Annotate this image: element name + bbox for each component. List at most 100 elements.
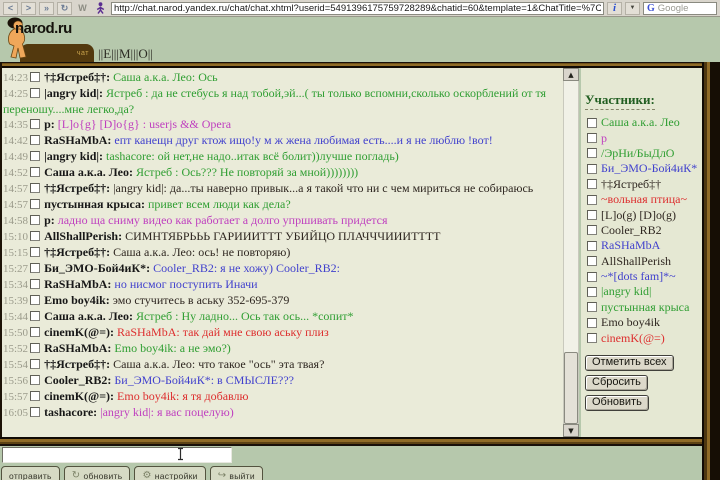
message-text: Ястреб : Ось??? Не повторяй за мной)))))…: [136, 165, 358, 179]
participant-name: p: [601, 131, 607, 146]
message-input[interactable]: [2, 447, 232, 463]
participant-name: †‡Ястреб‡†: [601, 177, 661, 192]
message-checkbox[interactable]: [30, 135, 40, 145]
message-text: привет всем люди как дела?: [148, 197, 291, 211]
forward-icon[interactable]: >: [21, 2, 36, 15]
message-checkbox[interactable]: [30, 88, 40, 98]
narod-logo[interactable]: narod.ru: [15, 20, 72, 37]
chat-message: 14:23†‡Ястреб‡†: Саша а.к.а. Лео: Ось: [3, 70, 562, 86]
scrollbar-thumb[interactable]: [564, 352, 578, 424]
participant-checkbox[interactable]: [587, 287, 597, 297]
chat-message: 15:10AllShallPerish: СИМНТЯБРЬЬЬ ГАРИИИТ…: [3, 229, 562, 245]
participant-row: RaSHaMbA: [585, 238, 700, 253]
message-checkbox[interactable]: [30, 327, 40, 337]
chat-message: 14:57пустынная крыса: привет всем люди к…: [3, 197, 562, 213]
message-nick: †‡Ястреб‡†:: [44, 181, 110, 195]
message-time: 15:56: [3, 374, 28, 389]
reload-icon[interactable]: ↻: [57, 2, 72, 15]
participant-name: AllShallPerish: [601, 254, 671, 269]
message-nick: cinemK(@=):: [44, 325, 114, 339]
participant-checkbox[interactable]: [587, 133, 597, 143]
message-checkbox[interactable]: [30, 295, 40, 305]
send-button[interactable]: отправить: [1, 466, 60, 480]
message-checkbox[interactable]: [30, 167, 40, 177]
message-time: 15:50: [3, 326, 28, 341]
chat-message: 14:52Саша а.к.а. Лео: Ястреб : Ось??? Не…: [3, 165, 562, 181]
info-icon[interactable]: i: [607, 2, 622, 15]
wiki-icon[interactable]: W: [75, 2, 90, 15]
search-field[interactable]: G Google: [643, 2, 717, 15]
participants-panel: Участники: Саша а.к.а. Лео p /ЭрНи/БыДлО…: [581, 68, 702, 437]
refresh-button[interactable]: ↻ обновить: [64, 466, 131, 480]
participant-name: Саша а.к.а. Лео: [601, 115, 680, 130]
participant-checkbox[interactable]: [587, 241, 597, 251]
message-nick: пустынная крыса:: [44, 197, 145, 211]
participant-checkbox[interactable]: [587, 318, 597, 328]
message-checkbox[interactable]: [30, 231, 40, 241]
tab-chat-label: чат: [77, 50, 89, 57]
message-nick: |angry kid|:: [44, 149, 103, 163]
message-checkbox[interactable]: [30, 215, 40, 225]
message-checkbox[interactable]: [30, 391, 40, 401]
scroll-down-icon[interactable]: ▼: [563, 424, 579, 437]
back-icon[interactable]: <: [3, 2, 18, 15]
participant-row: пустынная крыса: [585, 300, 700, 315]
message-time: 15:52: [3, 342, 28, 357]
message-text: Emo boy4ik: я тя добавлю: [117, 389, 248, 403]
dropdown-arrow-icon[interactable]: ▼: [625, 2, 640, 15]
participant-row: ~вольная птица~: [585, 192, 700, 207]
chat-message: 14:57†‡Ястреб‡†: |angry kid|: да...ты на…: [3, 181, 562, 197]
message-checkbox[interactable]: [30, 72, 40, 82]
refresh-button-icon: ↻: [72, 471, 81, 480]
reset-button[interactable]: Сбросить: [585, 375, 648, 391]
participant-checkbox[interactable]: [587, 302, 597, 312]
participant-checkbox[interactable]: [587, 256, 597, 266]
scrollbar-track[interactable]: [563, 81, 579, 424]
participant-checkbox[interactable]: [587, 118, 597, 128]
scroll-up-icon[interactable]: ▲: [563, 68, 579, 81]
participant-checkbox[interactable]: [587, 333, 597, 343]
chat-message: 15:57cinemK(@=): Emo boy4ik: я тя добавл…: [3, 389, 562, 405]
message-checkbox[interactable]: [30, 311, 40, 321]
message-time: 15:34: [3, 278, 28, 293]
participant-checkbox[interactable]: [587, 179, 597, 189]
message-nick: Саша а.к.а. Лео:: [44, 165, 133, 179]
text-cursor-icon: [176, 447, 185, 466]
settings-button-label: настройки: [155, 471, 198, 480]
address-bar[interactable]: [111, 2, 604, 15]
refresh-list-button[interactable]: Обновить: [585, 395, 649, 411]
participant-checkbox[interactable]: [587, 195, 597, 205]
participant-checkbox[interactable]: [587, 210, 597, 220]
fast-forward-icon[interactable]: »: [39, 2, 54, 15]
message-checkbox[interactable]: [30, 343, 40, 353]
message-checkbox[interactable]: [30, 247, 40, 257]
message-text: Cooler_RB2: я не хожу) Cooler_RB2:: [153, 261, 340, 275]
message-time: 14:25: [3, 87, 28, 102]
message-checkbox[interactable]: [30, 119, 40, 129]
message-nick: †‡Ястреб‡†:: [44, 70, 110, 84]
participant-checkbox[interactable]: [587, 148, 597, 158]
chat-message: 15:50 cinemK(@=): RaSHaMbA: так дай мне с…: [3, 325, 562, 341]
chat-message: 15:54†‡Ястреб‡†: Саша а.к.а. Лео: что та…: [3, 357, 562, 373]
chat-scrollbar[interactable]: ▲ ▼: [563, 68, 579, 437]
message-checkbox[interactable]: [30, 151, 40, 161]
url-input[interactable]: [114, 3, 601, 14]
settings-button[interactable]: ⚙ настройки: [134, 466, 205, 480]
message-checkbox[interactable]: [30, 375, 40, 385]
message-checkbox[interactable]: [30, 183, 40, 193]
participant-checkbox[interactable]: [587, 164, 597, 174]
message-checkbox[interactable]: [30, 279, 40, 289]
participant-checkbox[interactable]: [587, 272, 597, 282]
chat-message: 15:39Emo boy4ik: эмо стучитесь в аську 3…: [3, 293, 562, 309]
participant-row: [L]o(g) [D]o(g): [585, 207, 700, 222]
message-checkbox[interactable]: [30, 199, 40, 209]
mark-all-button[interactable]: Отметить всех: [585, 355, 674, 371]
message-checkbox[interactable]: [30, 359, 40, 369]
exit-button[interactable]: ↪ выйти: [210, 466, 263, 480]
message-text: RaSHaMbA: так дай мне свою аську плиз: [117, 325, 329, 339]
user-mode-person-icon[interactable]: [93, 2, 108, 15]
participant-checkbox[interactable]: [587, 225, 597, 235]
chat-message: 14:58p: ладно ща сниму видео как работае…: [3, 213, 562, 229]
message-checkbox[interactable]: [30, 407, 40, 417]
message-checkbox[interactable]: [30, 263, 40, 273]
